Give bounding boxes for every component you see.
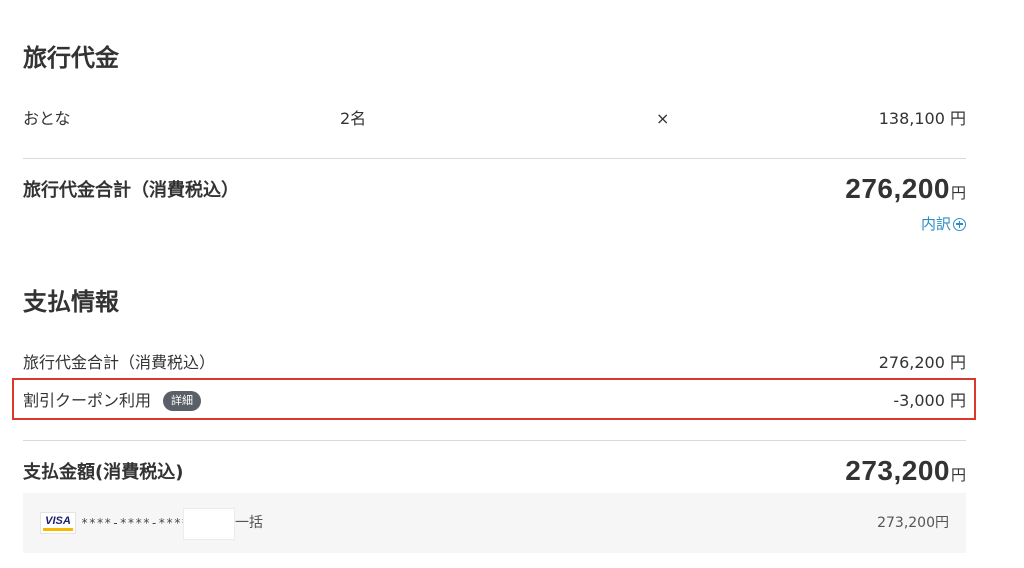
- coupon-label-wrap: 割引クーポン利用 詳細: [23, 388, 202, 414]
- travel-total-unit: 円: [950, 184, 966, 202]
- card-payment-row: VISA ****-****-**** 一括 273,200円: [23, 493, 966, 553]
- masked-card-field: [183, 508, 235, 540]
- adult-count: 2名: [340, 109, 367, 128]
- travel-total-amount: 276,200: [845, 173, 950, 204]
- subtotal-value: 276,200 円: [878, 353, 966, 372]
- adult-unit-price: 138,100 円: [878, 109, 966, 128]
- coupon-value: -3,000 円: [893, 391, 966, 410]
- subtotal-label: 旅行代金合計（消費税込）: [23, 353, 216, 372]
- adult-label: おとな: [23, 109, 71, 128]
- divider: [23, 440, 966, 441]
- subtotal-row: 旅行代金合計（消費税込） 276,200 円: [23, 350, 966, 376]
- card-amount: 273,200円: [877, 515, 949, 531]
- card-number: ****-****-****: [81, 516, 190, 530]
- multiply-sign: ×: [656, 109, 670, 128]
- visa-stripe: [43, 528, 73, 531]
- travel-fee-title: 旅行代金: [23, 44, 119, 72]
- travel-total-label: 旅行代金合計（消費税込）: [23, 180, 239, 201]
- divider: [23, 158, 966, 159]
- coupon-detail-badge[interactable]: 詳細: [163, 391, 202, 411]
- payment-total-amount: 273,200: [845, 455, 950, 486]
- payment-total-value: 273,200円: [845, 455, 966, 487]
- adult-row: おとな 2名 × 138,100 円: [23, 106, 966, 132]
- plus-circle-icon: [953, 217, 966, 231]
- payment-total-unit: 円: [950, 466, 966, 484]
- coupon-label: 割引クーポン利用: [23, 391, 152, 410]
- visa-logo: VISA: [40, 512, 76, 534]
- payment-info-title: 支払情報: [23, 288, 119, 316]
- breakdown-label: 内訳: [920, 215, 951, 233]
- breakdown-link[interactable]: 内訳: [921, 213, 966, 235]
- installment-type: 一括: [235, 515, 263, 531]
- coupon-row: 割引クーポン利用 詳細 -3,000 円: [23, 388, 966, 414]
- payment-total-label: 支払金額(消費税込): [23, 462, 184, 483]
- visa-brand-text: VISA: [45, 515, 71, 527]
- travel-total-value: 276,200円: [845, 173, 966, 205]
